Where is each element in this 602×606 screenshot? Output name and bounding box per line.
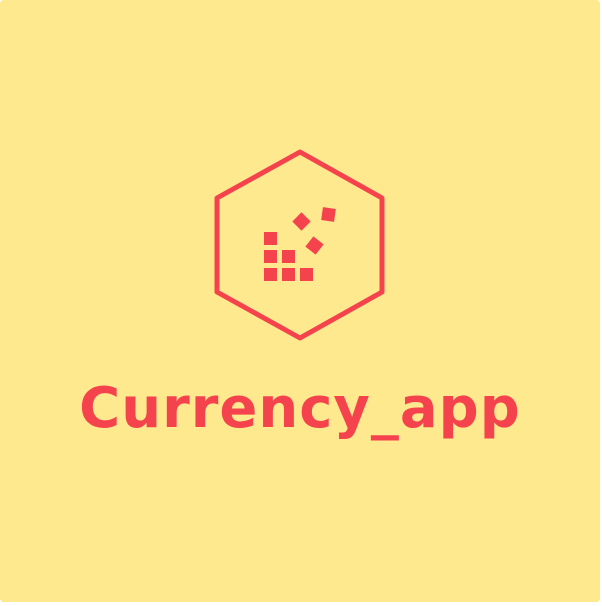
hexagon-pixel-blocks-icon	[0, 0, 600, 602]
app-name: Currency_app	[79, 376, 521, 441]
pixel-block	[264, 232, 277, 245]
pixel-block	[282, 268, 295, 281]
pixel-block	[300, 268, 313, 281]
pixel-block	[264, 250, 277, 263]
logo-background	[0, 0, 600, 602]
logo-canvas: Currency_app	[0, 0, 600, 602]
pixel-block	[282, 250, 295, 263]
pixel-block	[321, 207, 336, 222]
pixel-block	[264, 268, 277, 281]
